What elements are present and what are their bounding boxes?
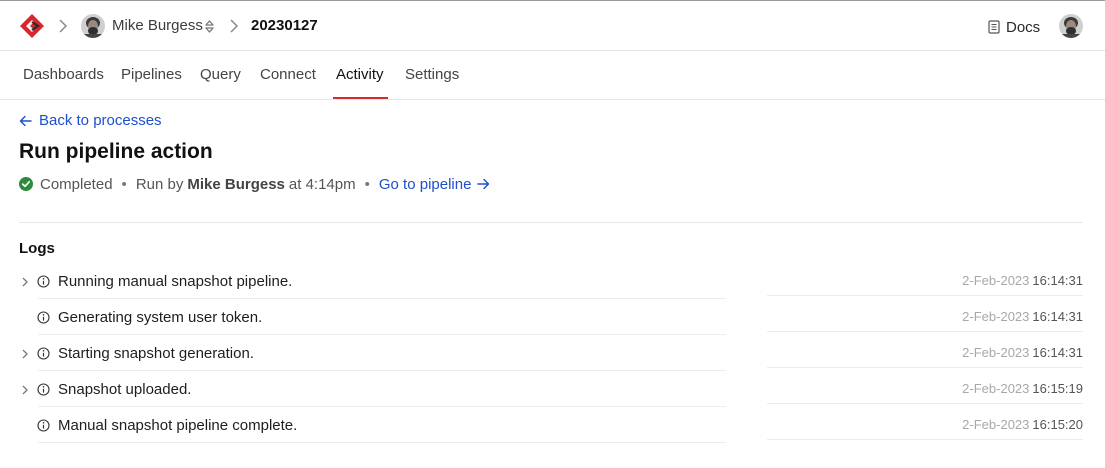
log-message: Generating system user token.	[58, 309, 263, 326]
row-divider	[767, 367, 1083, 368]
chevron-right-icon[interactable]	[21, 276, 29, 288]
log-time: 16:15:19	[1032, 381, 1083, 396]
back-link-label: Back to processes	[39, 112, 162, 129]
row-divider	[38, 406, 726, 407]
log-message: Starting snapshot generation.	[58, 345, 254, 362]
docs-link[interactable]: Docs	[988, 16, 1040, 38]
separator-dot: •	[364, 175, 370, 193]
info-icon	[37, 383, 50, 396]
log-date: 2-Feb-2023	[962, 345, 1030, 360]
tab-bar: Dashboards Pipelines Query Connect Activ…	[0, 51, 1105, 100]
row-divider	[38, 298, 726, 299]
log-row[interactable]: Generating system user token. 2-Feb-2023…	[19, 303, 1083, 335]
arrow-right-icon	[477, 178, 490, 190]
docs-label: Docs	[1006, 18, 1041, 36]
top-bar: Mike Burgess 20230127 Docs	[0, 0, 1105, 51]
log-timestamp: 2-Feb-2023 16:15:19	[962, 381, 1083, 396]
page-title: Run pipeline action	[19, 140, 213, 163]
logo-icon[interactable]	[19, 13, 45, 39]
tab-query[interactable]: Query	[200, 66, 241, 83]
info-icon	[37, 275, 50, 288]
log-time: 16:15:20	[1032, 417, 1083, 432]
go-to-pipeline-label: Go to pipeline	[378, 175, 472, 193]
info-icon	[37, 419, 50, 432]
row-divider	[38, 442, 726, 443]
chevron-right-icon	[59, 19, 68, 33]
tab-connect[interactable]: Connect	[260, 66, 316, 83]
log-timestamp: 2-Feb-2023 16:14:31	[962, 345, 1083, 360]
chevron-right-icon[interactable]	[21, 384, 29, 396]
tab-activity[interactable]: Activity	[336, 66, 384, 83]
log-time: 16:14:31	[1032, 273, 1083, 288]
updown-icon[interactable]	[204, 19, 215, 34]
run-by-user: Mike Burgess	[187, 175, 285, 193]
info-icon	[37, 347, 50, 360]
log-row[interactable]: Starting snapshot generation. 2-Feb-2023…	[19, 339, 1083, 371]
tab-settings[interactable]: Settings	[405, 66, 459, 83]
row-divider	[767, 403, 1083, 404]
row-divider	[38, 370, 726, 371]
log-row[interactable]: Running manual snapshot pipeline. 2-Feb-…	[19, 267, 1083, 299]
log-message: Manual snapshot pipeline complete.	[58, 417, 298, 434]
go-to-pipeline-link[interactable]: Go to pipeline	[379, 176, 491, 193]
log-date: 2-Feb-2023	[962, 381, 1030, 396]
log-date: 2-Feb-2023	[962, 273, 1030, 288]
tab-pipelines[interactable]: Pipelines	[121, 66, 182, 83]
section-divider	[19, 222, 1083, 223]
log-row[interactable]: Manual snapshot pipeline complete. 2-Feb…	[19, 411, 1083, 443]
run-by-prefix: Run by	[135, 175, 184, 193]
info-icon	[37, 311, 50, 324]
log-timestamp: 2-Feb-2023 16:14:31	[962, 273, 1083, 288]
log-timestamp: 2-Feb-2023 16:15:20	[962, 417, 1083, 432]
status-badge: Completed	[40, 175, 113, 193]
avatar[interactable]	[1059, 14, 1083, 38]
breadcrumb-user[interactable]: Mike Burgess	[112, 17, 203, 34]
tab-dashboards[interactable]: Dashboards	[23, 66, 104, 83]
log-time: 16:14:31	[1032, 345, 1083, 360]
separator-dot: •	[121, 175, 127, 193]
log-time: 16:14:31	[1032, 309, 1083, 324]
check-circle-icon	[19, 177, 33, 191]
status-line: Completed • Run by Mike Burgess at 4:14p…	[19, 175, 490, 193]
row-divider	[767, 295, 1083, 296]
log-date: 2-Feb-2023	[962, 309, 1030, 324]
log-message: Running manual snapshot pipeline.	[58, 273, 293, 290]
row-divider	[767, 439, 1083, 440]
arrow-left-icon	[19, 115, 32, 126]
logs-heading: Logs	[19, 240, 55, 257]
log-row[interactable]: Snapshot uploaded. 2-Feb-2023 16:15:19	[19, 375, 1083, 407]
back-to-processes-link[interactable]: Back to processes	[19, 112, 162, 129]
log-timestamp: 2-Feb-2023 16:14:31	[962, 309, 1083, 324]
row-divider	[767, 331, 1083, 332]
book-icon	[988, 20, 1000, 34]
chevron-right-icon	[230, 19, 239, 33]
log-date: 2-Feb-2023	[962, 417, 1030, 432]
log-message: Snapshot uploaded.	[58, 381, 192, 398]
avatar[interactable]	[81, 14, 105, 38]
chevron-right-icon[interactable]	[21, 348, 29, 360]
breadcrumb-id[interactable]: 20230127	[251, 17, 318, 34]
active-tab-indicator	[333, 97, 388, 99]
run-at-time: at 4:14pm	[288, 175, 356, 193]
row-divider	[38, 334, 726, 335]
